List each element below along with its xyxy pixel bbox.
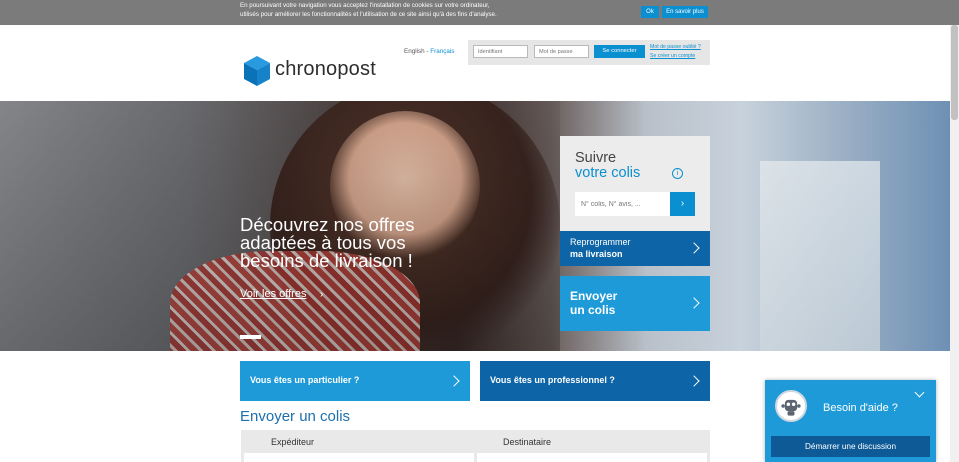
send-line2: un colis [570,303,616,317]
individual-customer-button[interactable]: Vous êtes un particulier ? [240,361,470,401]
tracking-title-line1: Suivre [575,150,617,166]
chevron-right-icon [448,375,460,387]
forgot-password-link[interactable]: Mot de passe oublié ? [650,44,701,50]
tracking-panel: Suivre votre colis i › [560,136,710,231]
chat-widget: Besoin d'aide ? Démarrer une discussion [765,380,936,462]
send-line1: Envoyer [570,289,618,303]
lang-french-link[interactable]: Français [430,48,454,55]
username-input[interactable] [473,45,528,58]
chevron-down-icon[interactable] [914,387,925,398]
hero-offers-link[interactable]: Voir les offres [240,288,306,300]
sender-column-label: Expéditeur [271,437,315,447]
login-box: Se connecter Mot de passe oublié ? Se cr… [468,40,710,65]
chevron-right-icon [688,297,700,309]
info-icon[interactable]: i [672,168,683,179]
tracking-number-input[interactable] [575,192,670,216]
hero-image-furniture [760,161,880,351]
page-scrollbar[interactable] [950,25,959,462]
start-chat-button[interactable]: Démarrer une discussion [771,436,930,457]
cookie-text: En poursuivant votre navigation vous acc… [240,2,570,19]
lang-english-link[interactable]: English [404,48,425,55]
cookie-banner: En poursuivant votre navigation vous acc… [0,0,959,25]
reschedule-delivery-button[interactable]: Reprogrammer ma livraison [560,231,710,266]
scrollbar-thumb[interactable] [951,25,958,120]
chat-title: Besoin d'aide ? [823,402,898,414]
reschedule-line1: Reprogrammer [570,237,631,247]
cookie-ok-button[interactable]: Ok [641,6,659,18]
site-header: chronopost English - Français Se connect… [0,25,950,101]
chronopost-logo[interactable]: chronopost [244,56,384,86]
recipient-country-field[interactable] [477,453,707,462]
language-switcher: English - Français [404,48,454,55]
send-parcel-button[interactable]: Envoyer un colis [560,276,710,331]
tracking-search-button[interactable]: › [670,192,695,216]
recipient-column-label: Destinataire [503,437,552,447]
logo-wordmark: chronopost [275,58,376,80]
chevron-right-icon [688,242,700,254]
reschedule-line2: ma livraison [570,249,623,259]
password-input[interactable] [534,45,589,58]
professional-customer-button[interactable]: Vous êtes un professionnel ? [480,361,710,401]
carousel-indicator[interactable] [240,335,261,339]
individual-label: Vous êtes un particulier ? [250,375,360,385]
cookie-more-button[interactable]: En savoir plus [662,6,708,18]
send-section-title: Envoyer un colis [240,408,351,425]
sender-country-field[interactable] [244,453,474,462]
page: En poursuivant votre navigation vous acc… [0,0,959,462]
chevron-right-icon: › [320,289,324,300]
hero-banner: Découvrez nos offres adaptées à tous vos… [0,101,950,351]
create-account-link[interactable]: Se créer un compte [650,53,695,59]
cube-logo-icon [244,56,270,86]
chevron-right-icon [688,375,700,387]
professional-label: Vous êtes un professionnel ? [490,375,615,385]
send-form-header: Expéditeur Destinataire [241,430,710,462]
login-button[interactable]: Se connecter [594,45,645,58]
cookie-text-line1: En poursuivant votre navigation vous acc… [240,2,490,9]
cookie-text-line2: utilisés pour améliorer les fonctionnali… [240,10,497,18]
hero-headline: Découvrez nos offres adaptées à tous vos… [240,214,415,271]
robot-avatar-icon [775,390,807,422]
tracking-title-line2: votre colis [575,165,641,181]
